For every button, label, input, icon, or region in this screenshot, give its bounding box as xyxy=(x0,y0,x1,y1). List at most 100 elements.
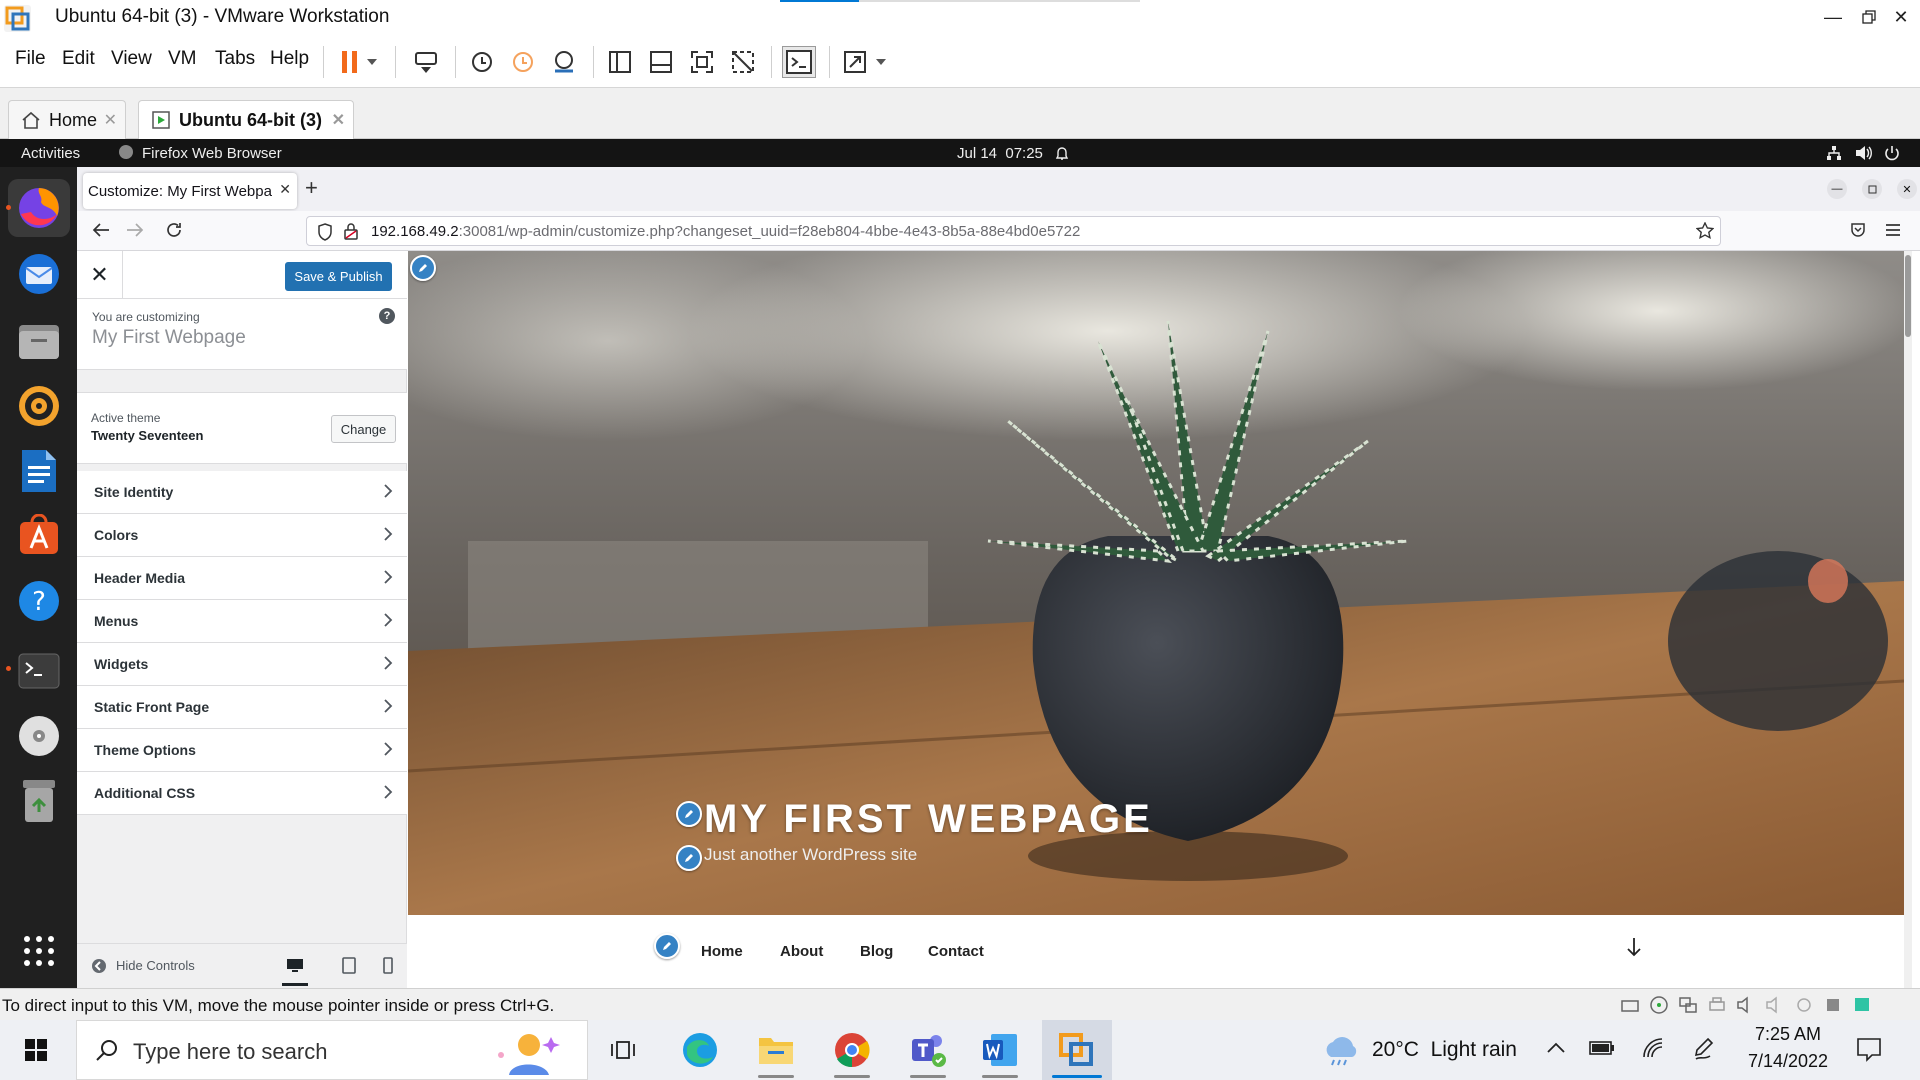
edit-title-pencil-icon[interactable] xyxy=(676,801,702,827)
vmware-taskbar-icon[interactable] xyxy=(1042,1020,1112,1080)
menu-tabs[interactable]: Tabs xyxy=(215,48,255,70)
windows-start-icon[interactable] xyxy=(0,1020,72,1080)
tablet-preview-icon[interactable] xyxy=(342,957,356,974)
browser-tab[interactable]: Customize: My First Webpage ✕ xyxy=(83,173,297,209)
show-library-icon[interactable] xyxy=(603,46,637,78)
camera-icon[interactable] xyxy=(1794,995,1814,1015)
activities-button[interactable]: Activities xyxy=(21,145,80,162)
section-widgets[interactable]: Widgets xyxy=(77,643,407,686)
battery-icon[interactable] xyxy=(1589,1040,1615,1056)
usb-device-icon[interactable] xyxy=(1823,995,1843,1015)
section-static-front-page[interactable]: Static Front Page xyxy=(77,686,407,729)
back-icon[interactable] xyxy=(92,222,110,238)
pocket-icon[interactable] xyxy=(1850,222,1866,238)
firefox-icon[interactable] xyxy=(8,179,70,237)
console-view-icon[interactable] xyxy=(782,46,816,78)
scrollbar-thumb[interactable] xyxy=(1905,255,1911,337)
help-icon[interactable]: ? xyxy=(8,572,70,630)
network-icon[interactable] xyxy=(1826,145,1842,161)
nav-link-about[interactable]: About xyxy=(780,943,823,960)
tab-home[interactable]: Home ✕ xyxy=(8,100,126,139)
nav-link-blog[interactable]: Blog xyxy=(860,943,893,960)
close-tab-icon[interactable]: ✕ xyxy=(104,110,117,130)
change-theme-button[interactable]: Change xyxy=(331,415,396,443)
taskbar-search-box[interactable]: Type here to search xyxy=(76,1020,588,1080)
snapshot-icon[interactable] xyxy=(465,46,499,78)
menu-file[interactable]: File xyxy=(15,48,46,70)
tab-ubuntu-vm[interactable]: Ubuntu 64-bit (3) ✕ xyxy=(138,100,354,139)
wifi-icon[interactable] xyxy=(1642,1037,1664,1059)
sound-card-icon[interactable] xyxy=(1736,995,1756,1015)
edit-header-pencil-icon[interactable] xyxy=(410,255,436,281)
section-menus[interactable]: Menus xyxy=(77,600,407,643)
firefox-restore-button[interactable] xyxy=(1862,179,1882,199)
section-colors[interactable]: Colors xyxy=(77,514,407,557)
thumbnail-bar-icon[interactable] xyxy=(644,46,678,78)
send-ctrl-alt-del-icon[interactable] xyxy=(409,46,443,78)
chevron-up-icon[interactable] xyxy=(1546,1042,1566,1054)
close-button[interactable]: ✕ xyxy=(1878,0,1920,34)
notifications-icon[interactable] xyxy=(1856,1036,1882,1062)
speaker-icon[interactable] xyxy=(1765,995,1785,1015)
url-text[interactable]: 192.168.49.2:30081/wp-admin/customize.ph… xyxy=(371,223,1080,240)
site-preview[interactable]: MY FIRST WEBPAGE Just another WordPress … xyxy=(408,251,1912,988)
taskbar-date[interactable]: 7/14/2022 xyxy=(1745,1051,1831,1072)
revert-snapshot-icon[interactable] xyxy=(506,46,540,78)
show-apps-icon[interactable] xyxy=(8,922,70,980)
thunderbird-icon[interactable] xyxy=(8,245,70,303)
edit-menu-pencil-icon[interactable] xyxy=(654,933,680,959)
stretch-guest-icon[interactable] xyxy=(838,46,872,78)
desktop-preview-icon[interactable] xyxy=(282,956,308,986)
trash-icon[interactable] xyxy=(8,772,70,830)
power-icon[interactable] xyxy=(1884,145,1900,161)
section-site-identity[interactable]: Site Identity xyxy=(77,471,407,514)
files-icon[interactable] xyxy=(8,312,70,370)
terminal-icon[interactable] xyxy=(8,642,70,700)
stretch-dropdown-icon[interactable] xyxy=(870,46,892,78)
menu-vm[interactable]: VM xyxy=(168,48,197,70)
app-menu[interactable]: Firefox Web Browser xyxy=(142,145,282,162)
message-log-icon[interactable] xyxy=(1852,995,1872,1015)
hide-controls-icon[interactable] xyxy=(91,958,107,974)
close-tab-icon[interactable]: ✕ xyxy=(332,110,345,130)
writer-icon[interactable] xyxy=(8,442,70,500)
menu-help[interactable]: Help xyxy=(270,48,309,70)
taskbar-time[interactable]: 7:25 AM xyxy=(1745,1024,1831,1045)
help-icon[interactable]: ? xyxy=(379,308,395,324)
mobile-preview-icon[interactable] xyxy=(383,957,393,974)
nav-link-contact[interactable]: Contact xyxy=(928,943,984,960)
save-publish-button[interactable]: Save & Publish xyxy=(285,262,392,291)
close-customizer-icon[interactable]: ✕ xyxy=(77,251,123,299)
hide-controls-button[interactable]: Hide Controls xyxy=(116,958,195,973)
section-additional-css[interactable]: Additional CSS xyxy=(77,772,407,815)
app-center-icon[interactable] xyxy=(8,507,70,565)
shield-icon[interactable] xyxy=(317,223,333,241)
full-screen-icon[interactable] xyxy=(685,46,719,78)
new-tab-button[interactable]: + xyxy=(305,175,318,201)
unity-icon[interactable] xyxy=(726,46,760,78)
volume-icon[interactable] xyxy=(1855,145,1873,161)
weather-text[interactable]: 20°C Light rain xyxy=(1372,1038,1517,1062)
close-tab-icon[interactable]: ✕ xyxy=(279,181,291,198)
hard-disk-icon[interactable] xyxy=(1620,995,1640,1015)
teams-icon[interactable] xyxy=(898,1020,958,1080)
lock-icon[interactable] xyxy=(343,222,359,240)
firefox-close-button[interactable]: ✕ xyxy=(1897,179,1917,199)
forward-icon[interactable] xyxy=(126,222,144,238)
preview-scrollbar[interactable] xyxy=(1904,251,1912,988)
firefox-minimize-button[interactable]: — xyxy=(1827,179,1847,199)
section-header-media[interactable]: Header Media xyxy=(77,557,407,600)
printer-icon[interactable] xyxy=(1707,995,1727,1015)
file-explorer-icon[interactable] xyxy=(746,1020,806,1080)
menu-icon[interactable] xyxy=(1885,223,1901,237)
site-title[interactable]: MY FIRST WEBPAGE xyxy=(704,797,1153,842)
chrome-icon[interactable] xyxy=(822,1020,882,1080)
power-dropdown-icon[interactable] xyxy=(361,46,383,78)
rhythmbox-icon[interactable] xyxy=(8,377,70,435)
nav-link-home[interactable]: Home xyxy=(701,943,743,960)
scroll-down-arrow-icon[interactable] xyxy=(1626,937,1642,957)
snapshot-manager-icon[interactable] xyxy=(547,46,581,78)
clock[interactable]: Jul 14 07:25 xyxy=(957,145,1043,162)
reload-icon[interactable] xyxy=(165,221,183,239)
edge-icon[interactable] xyxy=(670,1020,730,1080)
